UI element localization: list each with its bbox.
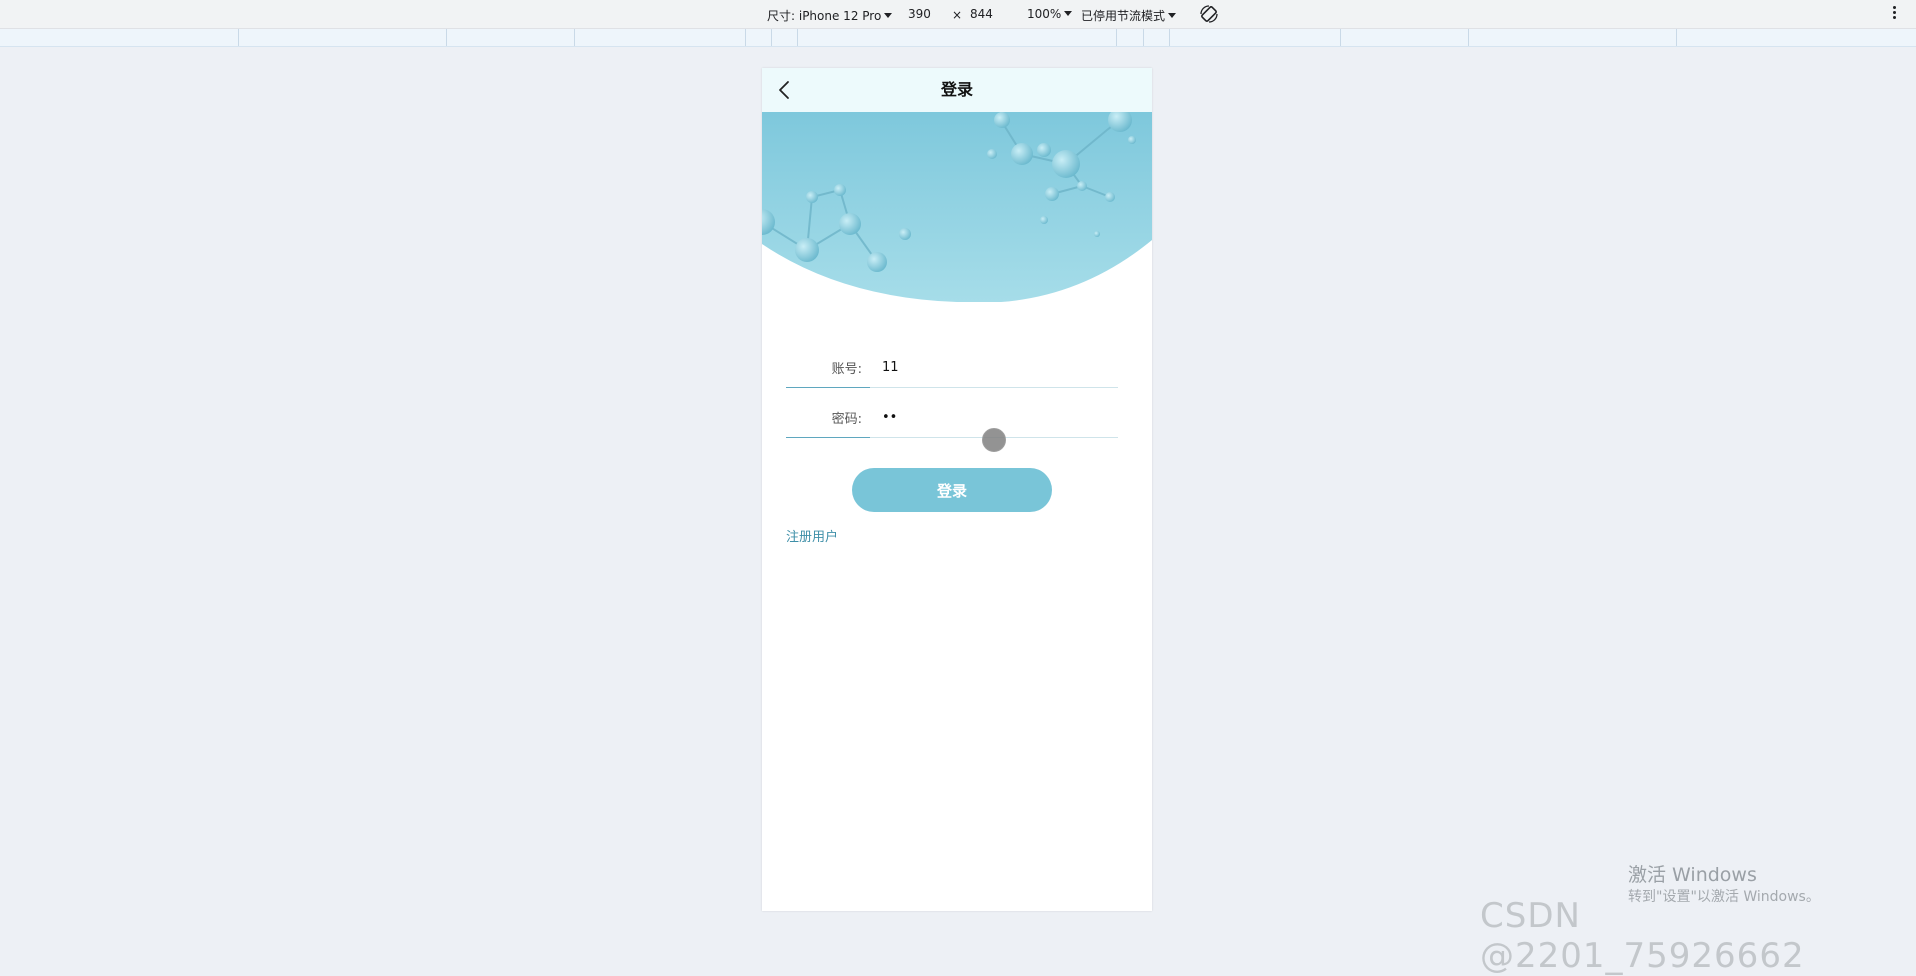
molecule-banner-image — [762, 112, 1152, 302]
viewport-width-field[interactable]: 390 — [908, 7, 931, 21]
throttle-label: 已停用节流模式 — [1081, 9, 1166, 23]
viewport-height-field[interactable]: 844 — [970, 7, 993, 21]
chevron-down-icon — [1064, 11, 1073, 16]
media-query-bar[interactable] — [0, 29, 1916, 47]
throttle-select[interactable]: 已停用节流模式 — [1081, 7, 1177, 24]
more-options-icon[interactable] — [1893, 6, 1897, 22]
password-input[interactable] — [882, 404, 1112, 430]
page-title: 登录 — [940, 80, 973, 99]
windows-activation-title: 激活 Windows — [1628, 864, 1757, 886]
zoom-select[interactable]: 100% — [1027, 7, 1073, 21]
mobile-viewport: 登录 账号: 11 密码: 登录 注册用户 — [762, 68, 1152, 911]
login-button[interactable]: 登录 — [852, 468, 1052, 512]
nav-bar: 登录 — [762, 68, 1152, 112]
chevron-down-icon — [884, 13, 893, 18]
devtools-device-toolbar: 尺寸: iPhone 12 Pro 390 × 844 100% 已停用节流模式 — [0, 0, 1916, 29]
login-form: 账号: 密码: — [786, 348, 1118, 448]
back-arrow-icon[interactable] — [774, 79, 796, 101]
password-row: 密码: — [786, 398, 1118, 438]
password-underline-accent — [786, 437, 870, 438]
password-label: 密码: — [831, 412, 862, 427]
register-link[interactable]: 注册用户 — [786, 526, 838, 545]
account-input[interactable] — [882, 354, 1112, 380]
csdn-watermark: CSDN @2201_75926662 — [1480, 896, 1805, 976]
touch-cursor-indicator — [982, 428, 1006, 452]
zoom-label: 100% — [1027, 7, 1062, 21]
device-size-label: 尺寸: iPhone 12 Pro — [767, 9, 882, 23]
account-label: 账号: — [831, 362, 862, 377]
account-row: 账号: — [786, 348, 1118, 388]
chevron-down-icon — [1168, 13, 1177, 18]
rotate-icon[interactable] — [1199, 4, 1219, 24]
device-select[interactable]: 尺寸: iPhone 12 Pro — [767, 7, 893, 24]
dimension-separator: × — [952, 8, 963, 22]
account-underline-accent — [786, 387, 870, 388]
